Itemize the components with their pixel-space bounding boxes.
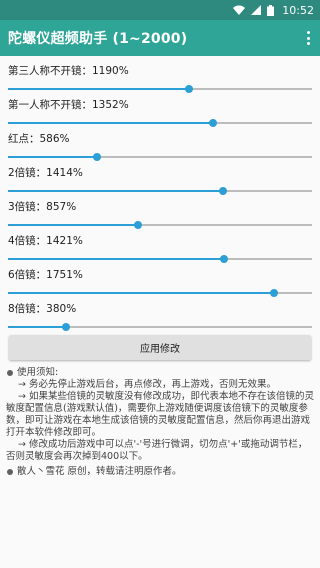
note-item: → 如果某些倍镜的灵敏度没有修改成功，即代表本地不存在该倍镜的灵敏度配置信息(游… [6, 391, 314, 438]
slider-fill [8, 258, 224, 260]
slider-thumb[interactable] [219, 255, 228, 263]
notes-footer: 散人丶雪花 原创，转载请注明原作者。 [17, 466, 182, 477]
setting-row: 第一人称不开镜：1352% [0, 98, 320, 132]
setting-label: 8倍镜：380% [8, 303, 77, 315]
bullet-icon [7, 469, 13, 475]
slider-thumb[interactable] [218, 187, 227, 195]
setting-label: 红点：586% [8, 133, 70, 145]
setting-label: 第一人称不开镜：1352% [8, 99, 129, 111]
sensitivity-slider[interactable] [8, 116, 312, 130]
notes-heading: 使用须知: [17, 367, 59, 378]
setting-row: 第三人称不开镜：1190% [0, 64, 320, 98]
slider-fill [8, 122, 214, 124]
slider-fill [8, 156, 97, 158]
setting-row: 2倍镜：1414% [0, 166, 320, 200]
setting-label: 2倍镜：1414% [8, 167, 83, 179]
setting-row: 红点：586% [0, 132, 320, 166]
status-bar: 10:52 [0, 0, 320, 20]
setting-row: 6倍镜：1751% [0, 268, 320, 302]
slider-thumb[interactable] [92, 153, 101, 161]
slider-fill [8, 224, 139, 226]
note-item: → 修改成功后游戏中可以点'-'号进行微调，切勿点'+'或拖动调节栏，否则灵敏度… [6, 439, 308, 462]
slider-fill [8, 326, 66, 328]
slider-thumb[interactable] [184, 85, 193, 93]
slider-thumb[interactable] [270, 289, 279, 297]
setting-label: 4倍镜：1421% [8, 235, 83, 247]
app-title: 陀螺仪超频助手 (1~2000) [8, 31, 188, 47]
slider-fill [8, 292, 275, 294]
slider-fill [8, 88, 189, 90]
slider-fill [8, 190, 223, 192]
slider-thumb[interactable] [209, 119, 218, 127]
setting-row: 4倍镜：1421% [0, 234, 320, 268]
setting-row: 8倍镜：380% [0, 302, 320, 336]
sensitivity-slider[interactable] [8, 320, 312, 334]
wifi-icon [233, 5, 246, 15]
sensitivity-slider[interactable] [8, 150, 312, 164]
signal-icon [251, 5, 262, 15]
setting-label: 3倍镜：857% [8, 201, 77, 213]
slider-thumb[interactable] [61, 323, 70, 331]
usage-notes: 使用须知: → 务必先停止游戏后台，再点修改，再上游戏，否则无效果。 → 如果某… [6, 367, 316, 478]
sensitivity-slider[interactable] [8, 286, 312, 300]
battery-icon [267, 4, 275, 16]
apply-button[interactable]: 应用修改 [9, 335, 311, 360]
setting-label: 第三人称不开镜：1190% [8, 65, 129, 77]
more-vert-icon[interactable] [304, 29, 312, 47]
sensitivity-slider[interactable] [8, 82, 312, 96]
status-time: 10:52 [282, 3, 314, 17]
sensitivity-slider[interactable] [8, 184, 312, 198]
bullet-icon [7, 370, 13, 376]
slider-thumb[interactable] [134, 221, 143, 229]
setting-label: 6倍镜：1751% [8, 269, 83, 281]
sensitivity-slider[interactable] [8, 218, 312, 232]
setting-row: 3倍镜：857% [0, 200, 320, 234]
note-item: → 务必先停止游戏后台，再点修改，再上游戏，否则无效果。 [18, 379, 276, 390]
app-bar: 陀螺仪超频助手 (1~2000) [0, 20, 320, 56]
sensitivity-slider[interactable] [8, 252, 312, 266]
